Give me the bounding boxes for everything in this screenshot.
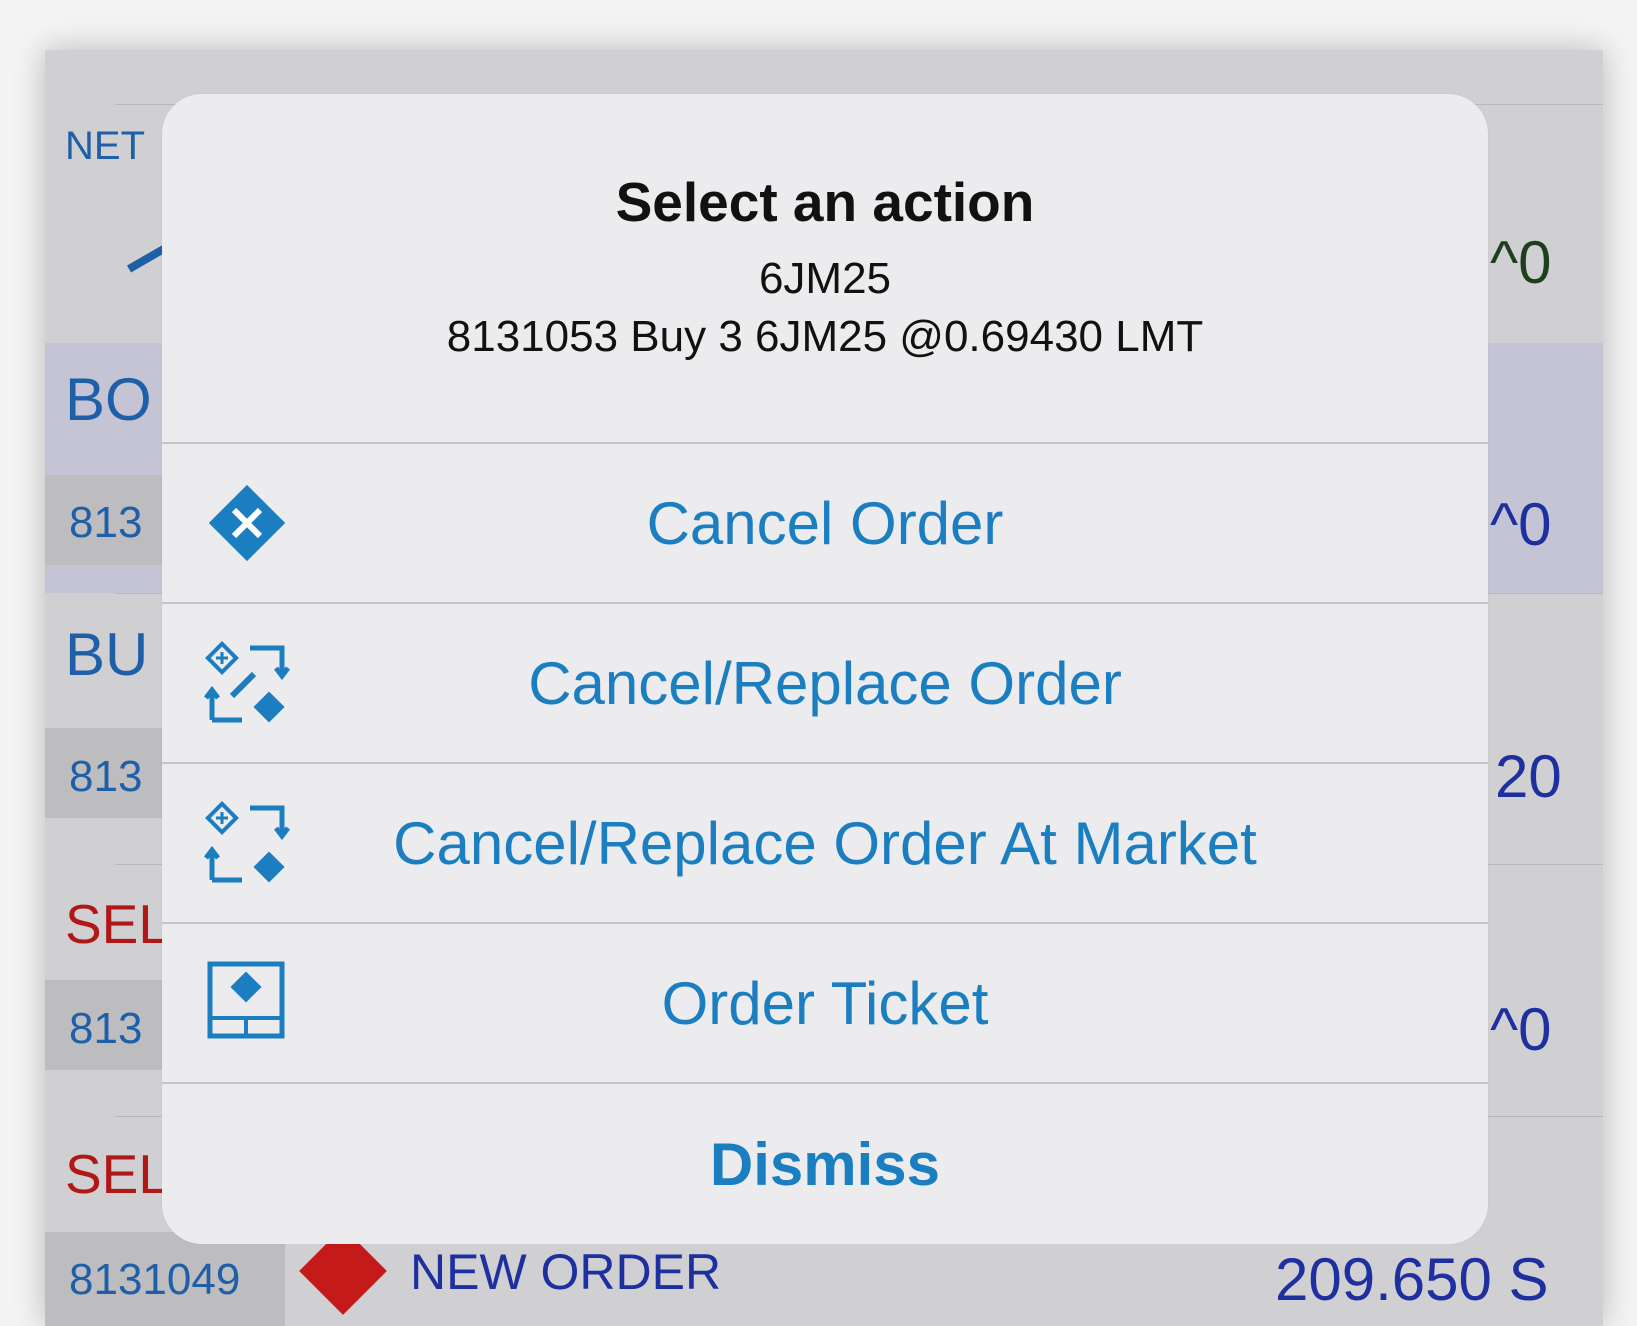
order-price: 209.650 S [1275, 1246, 1549, 1313]
order-id: 813 [69, 1004, 143, 1053]
order-id: 813 [69, 498, 143, 547]
dismiss-label: Dismiss [709, 1130, 941, 1198]
cancel-diamond-icon [208, 484, 286, 562]
section-label: SEL [65, 893, 169, 955]
order-ticket-button[interactable]: Order Ticket [162, 924, 1488, 1082]
cancel-order-button[interactable]: Cancel Order [162, 444, 1488, 602]
row-value: ^0 [1490, 996, 1552, 1063]
action-sheet-header: Select an action 6JM25 8131053 Buy 3 6JM… [162, 94, 1488, 442]
replace-edit-icon [204, 641, 290, 723]
order-id: 8131049 [69, 1255, 241, 1304]
order-ticket-label: Order Ticket [661, 969, 989, 1037]
dialog-title: Select an action [615, 171, 1035, 233]
net-label: NET [65, 124, 145, 168]
net-value: ^0 [1490, 229, 1552, 296]
section-label: BO [65, 366, 152, 433]
dismiss-button[interactable]: Dismiss [162, 1084, 1488, 1244]
order-id: 813 [69, 752, 143, 801]
replace-market-icon [204, 801, 290, 883]
action-sheet: Select an action 6JM25 8131053 Buy 3 6JM… [162, 94, 1488, 1244]
dialog-symbol: 6JM25 [758, 254, 892, 303]
order-ticket-icon [207, 961, 285, 1039]
cancel-order-label: Cancel Order [646, 489, 1004, 557]
section-label: BU [65, 621, 149, 688]
order-status: NEW ORDER [410, 1244, 722, 1300]
cancel-replace-order-button[interactable]: Cancel/Replace Order [162, 604, 1488, 762]
dialog-order-summary: 8131053 Buy 3 6JM25 @0.69430 LMT [446, 312, 1204, 361]
cancel-replace-at-market-button[interactable]: Cancel/Replace Order At Market [162, 764, 1488, 922]
row-value: 20 [1495, 743, 1562, 810]
cancel-replace-at-market-label: Cancel/Replace Order At Market [393, 809, 1257, 877]
row-value: ^0 [1490, 491, 1552, 558]
section-label: SEL [65, 1143, 169, 1205]
cancel-replace-order-label: Cancel/Replace Order [528, 649, 1122, 717]
